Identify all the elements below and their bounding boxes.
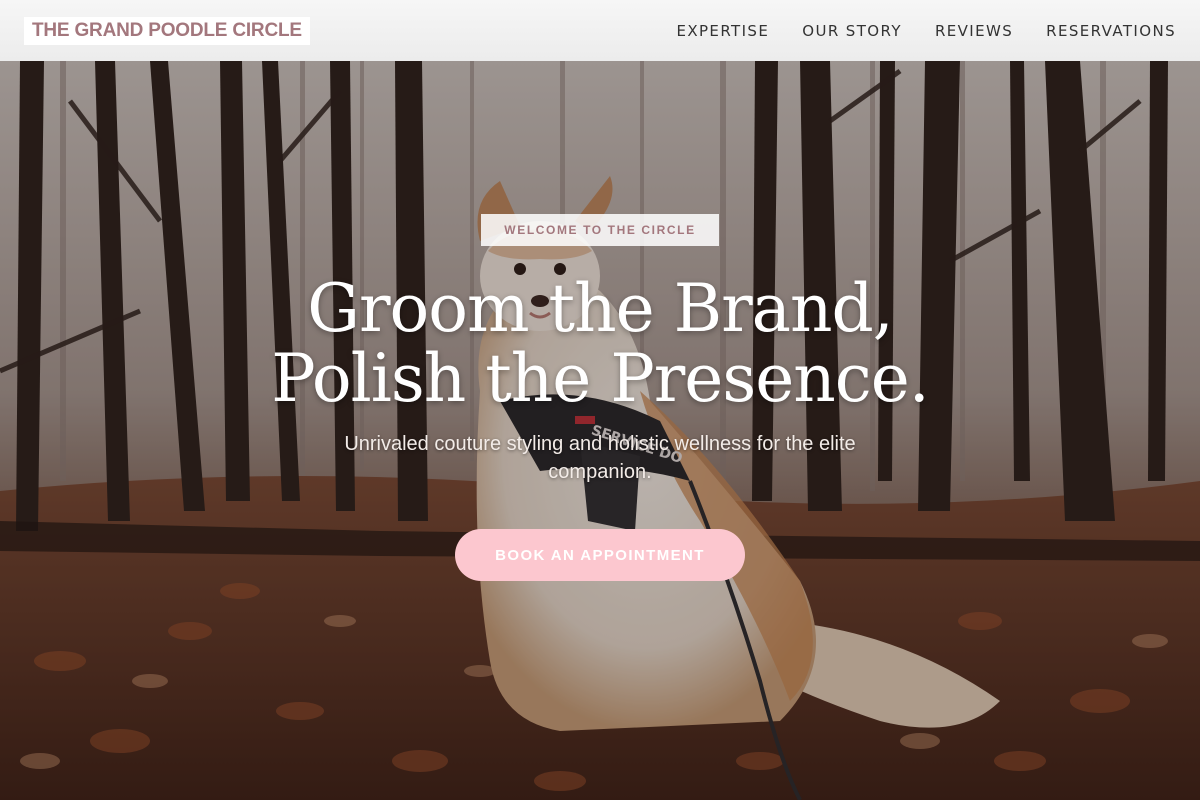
hero-headline: Groom the Brand, Polish the Presence. [271, 274, 930, 417]
welcome-badge: WELCOME TO THE CIRCLE [481, 214, 719, 246]
site-logo[interactable]: THE GRAND POODLE CIRCLE [24, 16, 310, 45]
hero-content: WELCOME TO THE CIRCLE Groom the Brand, P… [0, 61, 1200, 800]
headline-line-1: Groom the Brand, [307, 270, 894, 347]
nav-link-our-story[interactable]: OUR STORY [802, 22, 902, 40]
nav-link-reservations[interactable]: RESERVATIONS [1046, 22, 1176, 40]
nav-link-expertise[interactable]: EXPERTISE [676, 22, 769, 40]
hero-tagline: Unrivaled couture styling and holistic w… [344, 433, 856, 483]
headline-line-2: Polish the Presence. [271, 340, 930, 417]
hero-section: SERVICE DO WELCOME TO THE CIRCLE Groom t… [0, 61, 1200, 800]
nav-link-reviews[interactable]: REVIEWS [935, 22, 1013, 40]
main-nav: EXPERTISE OUR STORY REVIEWS RESERVATIONS [676, 22, 1176, 40]
book-appointment-button[interactable]: BOOK AN APPOINTMENT [455, 529, 745, 581]
site-header: THE GRAND POODLE CIRCLE EXPERTISE OUR ST… [0, 0, 1200, 61]
